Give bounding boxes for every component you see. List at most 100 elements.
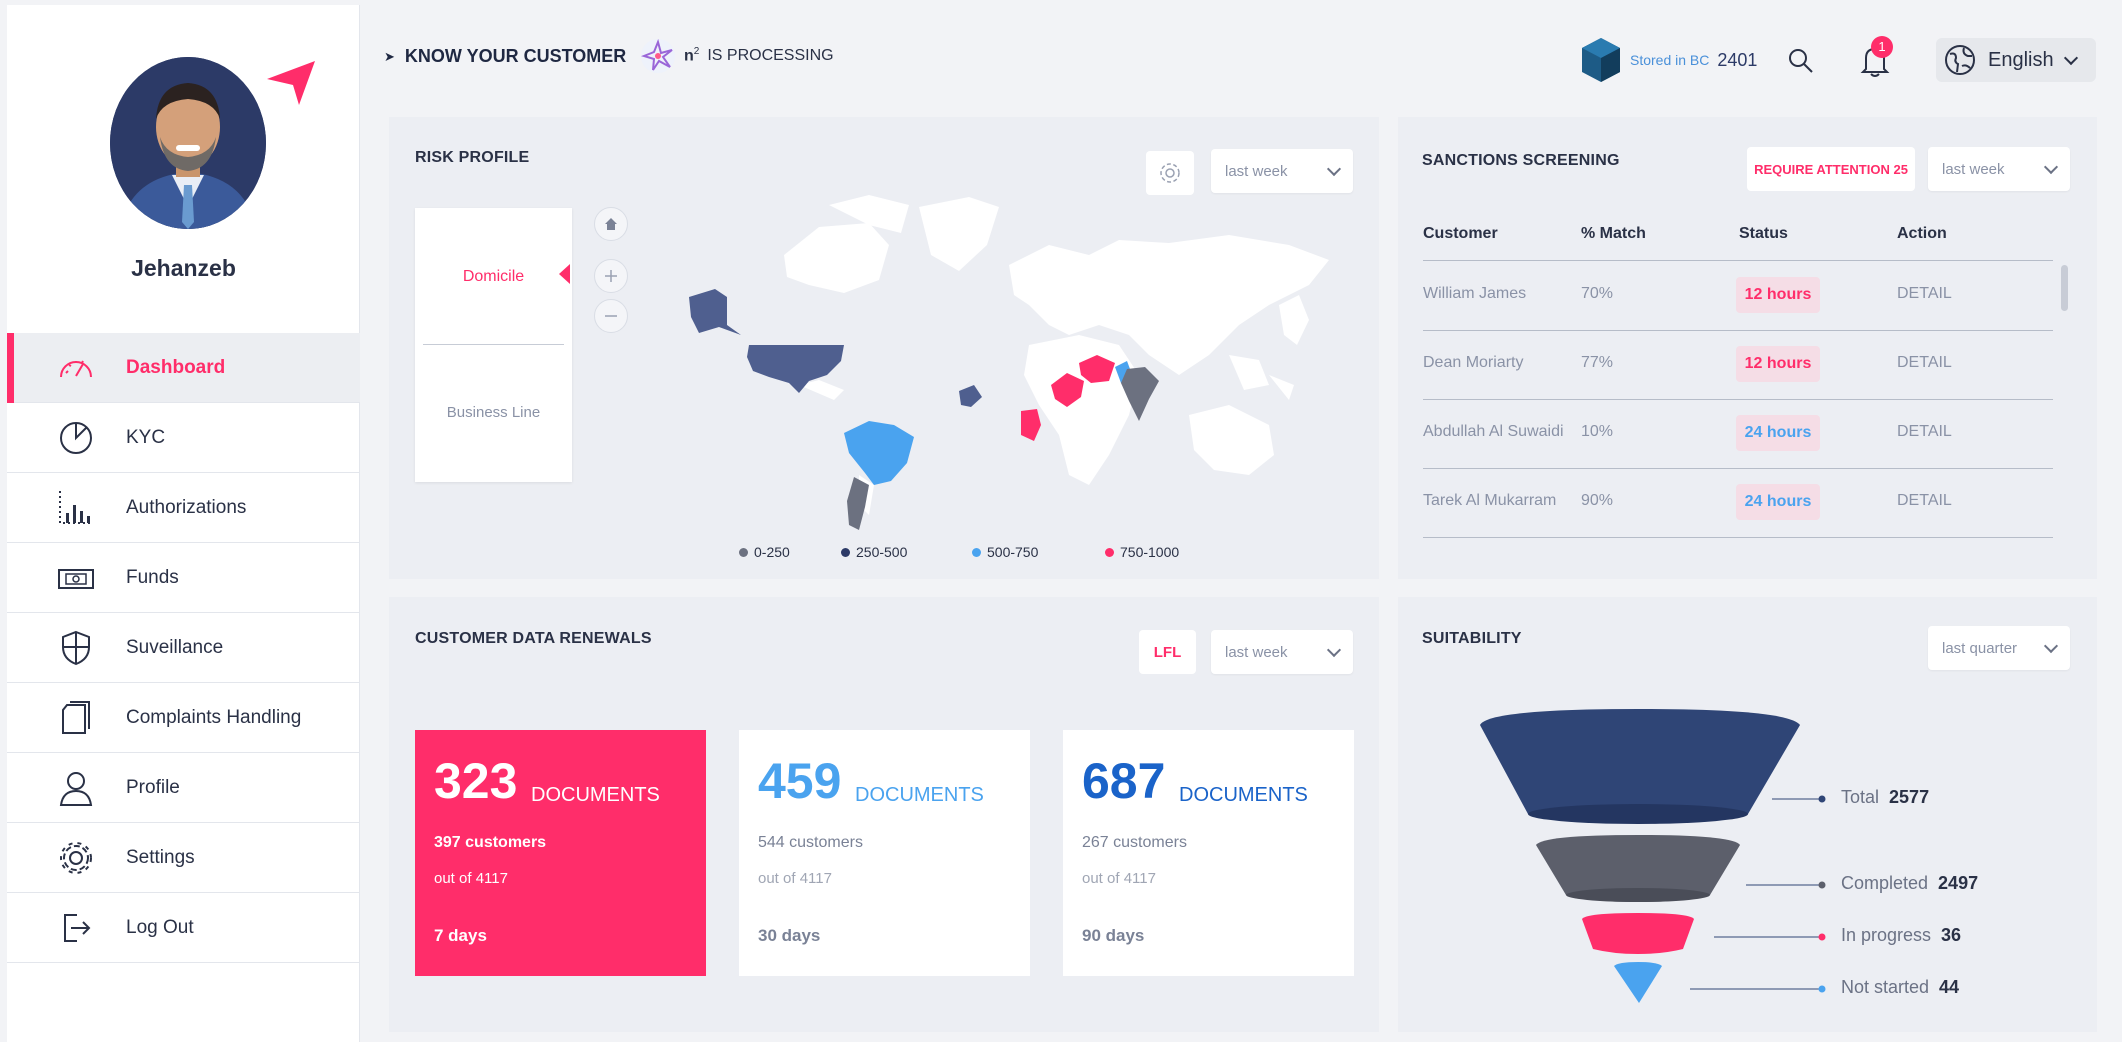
column-header[interactable]: Action bbox=[1897, 225, 1947, 243]
renewals-panel: CUSTOMER DATA RENEWALS LFL last week 323… bbox=[389, 597, 1379, 1032]
funnel-level-in-progress bbox=[1582, 913, 1694, 954]
gauge-icon bbox=[60, 360, 92, 378]
detail-link[interactable]: DETAIL bbox=[1897, 423, 1952, 441]
column-header[interactable]: Status bbox=[1739, 225, 1788, 243]
gear-icon bbox=[60, 842, 92, 874]
toggle-business-line[interactable]: Business Line bbox=[415, 404, 572, 421]
nav-item-authorizations[interactable]: Authorizations bbox=[7, 473, 360, 543]
legend-label: 500-750 bbox=[987, 544, 1039, 560]
nav-label: KYC bbox=[126, 426, 166, 448]
blockchain-status: Stored in BC 2401 bbox=[1580, 36, 1757, 84]
documents-label: DOCUMENTS bbox=[1179, 784, 1308, 806]
nav-item-funds[interactable]: Funds bbox=[7, 543, 360, 613]
funnel-label: Total 2577 bbox=[1841, 787, 1929, 808]
status-badge: 24 hours bbox=[1736, 484, 1820, 520]
nav-label: Dashboard bbox=[126, 356, 226, 378]
language-select[interactable]: English bbox=[1936, 38, 2096, 82]
legend-label: 0-250 bbox=[754, 544, 790, 560]
legend-dot bbox=[841, 547, 850, 557]
nav-item-logout[interactable]: Log Out bbox=[7, 893, 360, 963]
chevron-down-icon bbox=[1326, 642, 1342, 658]
legend-item: 500-750 bbox=[972, 544, 1038, 560]
days-label: 30 days bbox=[758, 926, 821, 945]
map-home-button[interactable] bbox=[594, 207, 628, 241]
column-header[interactable]: Customer bbox=[1423, 225, 1498, 243]
require-attention-button[interactable]: REQUIRE ATTENTION 25 bbox=[1747, 147, 1915, 191]
renewals-period-dropdown[interactable]: last week bbox=[1211, 630, 1353, 674]
customer-name: William James bbox=[1423, 285, 1527, 302]
out-of-total: out of 4117 bbox=[758, 870, 832, 887]
out-of-total: out of 4117 bbox=[434, 870, 508, 887]
map-zoom-out-button[interactable] bbox=[594, 299, 628, 333]
bc-label: Stored in BC bbox=[1630, 52, 1710, 68]
bc-number: 2401 bbox=[1717, 49, 1758, 70]
sanctions-panel: SANCTIONS SCREENING REQUIRE ATTENTION 25… bbox=[1398, 117, 2097, 579]
processing-status: n2 IS PROCESSING bbox=[640, 38, 834, 74]
funnel-level-not-started bbox=[1614, 962, 1662, 1003]
legend-label: 750-1000 bbox=[1120, 544, 1180, 560]
toggle-domicile[interactable]: Domicile bbox=[415, 268, 572, 286]
table-row[interactable]: Abdullah Al Suwaidi 10% 24 hours DETAIL bbox=[1423, 400, 2053, 469]
toggle-pointer bbox=[559, 264, 570, 284]
customers-count: 397 customers bbox=[434, 834, 547, 851]
sanctions-title: SANCTIONS SCREENING bbox=[1422, 152, 1620, 169]
status-badge: 24 hours bbox=[1736, 415, 1820, 451]
chevron-down-icon bbox=[2063, 50, 2078, 66]
avatar[interactable] bbox=[105, 53, 267, 235]
search-icon[interactable] bbox=[1787, 47, 1815, 75]
detail-link[interactable]: DETAIL bbox=[1897, 492, 1952, 510]
funnel-label-value: 36 bbox=[1941, 925, 1962, 945]
customer-name: Dean Moriarty bbox=[1423, 354, 1524, 371]
match-value: 77% bbox=[1581, 354, 1614, 371]
chevron-down-icon bbox=[2043, 159, 2059, 175]
customer-name: Tarek Al Mukarram bbox=[1423, 492, 1557, 509]
table-scrollbar[interactable] bbox=[2061, 265, 2068, 311]
documents-label: DOCUMENTS bbox=[531, 784, 660, 806]
renewals-title: CUSTOMER DATA RENEWALS bbox=[415, 630, 652, 647]
cube-icon bbox=[1582, 38, 1620, 82]
world-map[interactable] bbox=[669, 185, 1359, 535]
risk-profile-title: RISK PROFILE bbox=[415, 149, 530, 166]
sanctions-period-dropdown[interactable]: last week bbox=[1928, 147, 2070, 191]
risk-toggle: Domicile Business Line bbox=[415, 208, 572, 482]
nav-item-kyc[interactable]: KYC bbox=[7, 403, 360, 473]
legend-item: 750-1000 bbox=[1105, 544, 1179, 560]
legend-label: 250-500 bbox=[856, 544, 908, 560]
detail-link[interactable]: DETAIL bbox=[1897, 354, 1952, 372]
user-name: Jehanzeb bbox=[131, 255, 236, 281]
nav-item-settings[interactable]: Settings bbox=[7, 823, 360, 893]
table-row[interactable]: Tarek Al Mukarram 90% 24 hours DETAIL bbox=[1423, 469, 2053, 538]
funnel-label: Completed 2497 bbox=[1841, 873, 1978, 894]
nav-item-dashboard[interactable]: Dashboard bbox=[7, 333, 360, 403]
attention-count: 25 bbox=[1893, 161, 1908, 177]
funnel-label: Not started 44 bbox=[1841, 977, 1959, 998]
funnel-label-name: Total bbox=[1841, 787, 1880, 807]
renewal-card[interactable]: 323 DOCUMENTS 397 customers out of 4117 … bbox=[415, 730, 706, 976]
renewal-card[interactable]: 687 DOCUMENTS 267 customers out of 4117 … bbox=[1063, 730, 1354, 976]
suitability-funnel bbox=[1480, 709, 1826, 1003]
nav-item-complaints[interactable]: Complaints Handling bbox=[7, 683, 360, 753]
nav-label: Authorizations bbox=[126, 496, 247, 518]
attention-label: REQUIRE ATTENTION bbox=[1754, 161, 1890, 177]
table-header: Customer % Match Status Action bbox=[1423, 221, 2053, 261]
nav-label: Settings bbox=[126, 846, 195, 868]
days-label: 7 days bbox=[434, 926, 487, 945]
lfl-button[interactable]: LFL bbox=[1139, 630, 1196, 674]
notification-badge: 1 bbox=[1871, 36, 1893, 58]
user-icon bbox=[59, 772, 93, 806]
nav-item-surveillance[interactable]: Suveillance bbox=[7, 613, 360, 683]
renewal-card[interactable]: 459 DOCUMENTS 544 customers out of 4117 … bbox=[739, 730, 1030, 976]
nav-item-profile[interactable]: Profile bbox=[7, 753, 360, 823]
document-count: 323 bbox=[434, 753, 518, 809]
detail-link[interactable]: DETAIL bbox=[1897, 285, 1952, 303]
main-nav: Dashboard KYC Authorizations Funds Suvei… bbox=[7, 333, 360, 963]
logout-icon bbox=[64, 914, 91, 942]
table-row[interactable]: William James 70% 12 hours DETAIL bbox=[1423, 262, 2053, 331]
sidebar: Jehanzeb Dashboard KYC Authorizations Fu… bbox=[7, 5, 360, 1042]
column-header[interactable]: % Match bbox=[1581, 225, 1646, 243]
risk-profile-panel: RISK PROFILE last week Domicile Business… bbox=[389, 117, 1379, 579]
table-row[interactable]: Dean Moriarty 77% 12 hours DETAIL bbox=[1423, 331, 2053, 400]
map-zoom-in-button[interactable] bbox=[594, 259, 628, 293]
funnel-label-value: 2497 bbox=[1938, 873, 1979, 893]
pie-icon bbox=[60, 422, 92, 454]
